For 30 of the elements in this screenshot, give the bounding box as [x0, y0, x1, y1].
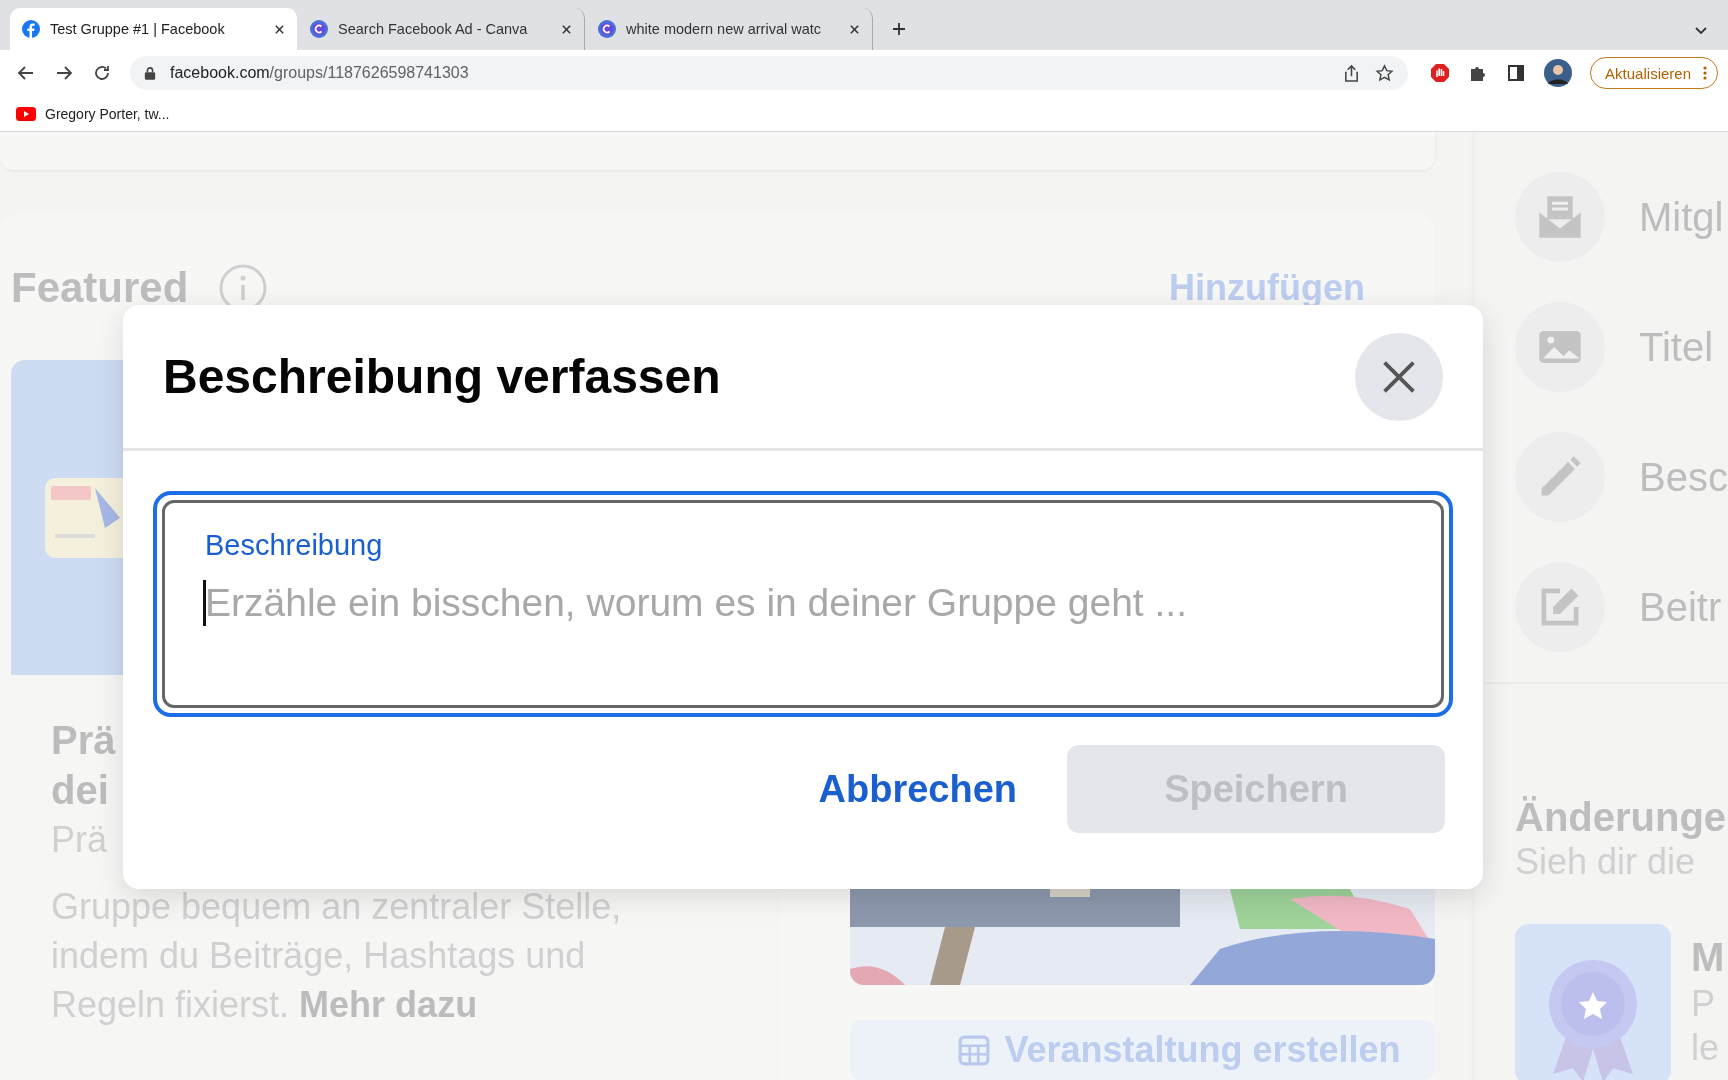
- play-icon: [16, 106, 36, 121]
- section-title: Featured: [11, 263, 189, 312]
- cancel-button[interactable]: Abbrechen: [818, 757, 1017, 821]
- close-icon[interactable]: [274, 23, 285, 35]
- calendar-icon: [958, 1034, 991, 1066]
- card-title: dei: [51, 767, 110, 814]
- star-icon[interactable]: [1375, 63, 1395, 83]
- field-label: Beschreibung: [205, 529, 384, 562]
- canva-icon: [310, 20, 328, 38]
- plus-icon[interactable]: [891, 21, 907, 37]
- canva-icon: [598, 20, 616, 38]
- bookmark-link[interactable]: Gregory Porter, tw...: [16, 105, 170, 122]
- browser-tab[interactable]: Test Gruppe #1 | Facebook: [10, 8, 297, 50]
- text-input[interactable]: Erzähle ein bisschen, worum es in deiner Gruppe geht ...: [205, 580, 1401, 626]
- reload-icon[interactable]: [92, 63, 112, 83]
- more-icon[interactable]: [1703, 65, 1707, 81]
- facebook-icon: [22, 20, 40, 38]
- dialog-title: Beschreibung verfassen: [163, 349, 721, 404]
- side-panel-icon[interactable]: [1506, 63, 1527, 83]
- update-button[interactable]: Aktualisieren: [1590, 57, 1718, 89]
- card-title: Prä: [51, 717, 117, 764]
- description-field[interactable]: Beschreibung Erzähle ein bisschen, worum es in deiner Gruppe geht ...: [153, 491, 1453, 717]
- avatar-icon[interactable]: [1544, 59, 1573, 87]
- address-bar[interactable]: facebook.com/groups/1187626598741303: [130, 56, 1409, 90]
- close-icon[interactable]: [849, 23, 860, 35]
- url-text: facebook.com/groups/1187626598741303: [170, 64, 470, 82]
- lock-icon: [144, 66, 156, 80]
- close-icon[interactable]: [561, 23, 572, 35]
- shield-icon[interactable]: [1430, 63, 1451, 83]
- envelope-icon: [1537, 194, 1583, 240]
